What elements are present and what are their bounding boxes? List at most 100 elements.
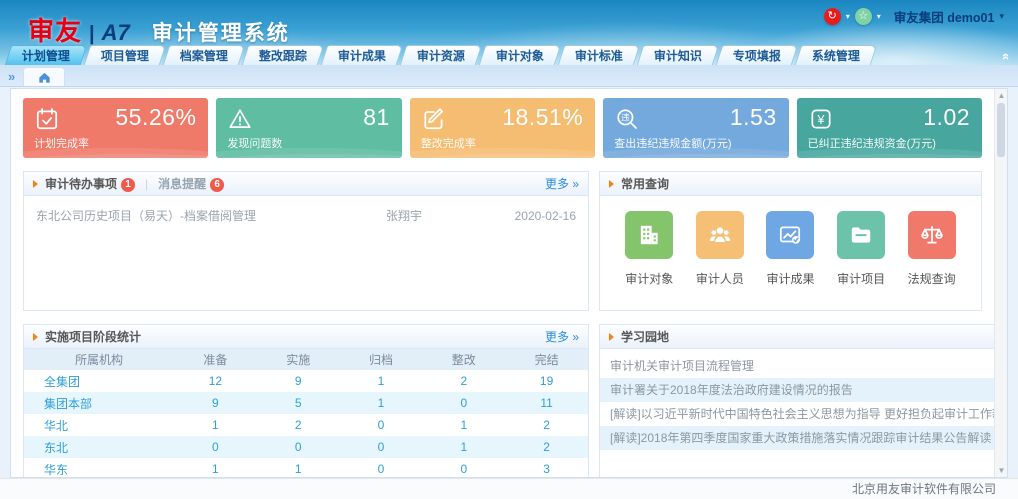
dropdown-caret-icon[interactable]: ▾: [846, 12, 850, 21]
scales-icon: [908, 211, 956, 259]
quick-query-label: 审计成果: [766, 270, 814, 287]
stage-org-link[interactable]: 集团本部: [24, 392, 174, 414]
todo-item-text: 东北公司历史项目（易天）-档案借阅管理: [36, 207, 386, 224]
quick-query-审计项目[interactable]: 审计项目: [837, 211, 885, 310]
stage-count-link[interactable]: 0: [174, 436, 257, 458]
stage-count-link[interactable]: 0: [340, 414, 423, 436]
panel-bullet-icon: [609, 333, 614, 341]
violation-search-icon: 违: [614, 106, 640, 137]
stage-count-link[interactable]: 1: [174, 458, 257, 478]
stat-card-计划完成率[interactable]: 55.26% 计划完成率: [23, 98, 208, 158]
learning-item-link[interactable]: 审计署关于2018年度法治政府建设情况的报告: [600, 378, 1008, 402]
stage-count-link[interactable]: 0: [340, 436, 423, 458]
stat-value: 81: [363, 104, 390, 131]
user-caret-icon[interactable]: ▾: [999, 11, 1004, 22]
scroll-down-icon[interactable]: ▼: [995, 464, 1008, 477]
stage-count-link[interactable]: 3: [505, 458, 588, 478]
stat-value: 1.53: [730, 104, 777, 131]
learning-item-link[interactable]: [解读]以习近平新时代中国特色社会主义思想为指导 更好担负起审计工作新职责新..…: [600, 402, 1008, 426]
tab-audit-todo[interactable]: 审计待办事项1: [45, 175, 135, 192]
learning-item-link[interactable]: 审计机关审计项目流程管理: [600, 354, 1008, 378]
quick-query-panel: 常用查询 审计对象 审计人员 审计成果 审计项目 法规查询: [599, 171, 982, 311]
quick-query-title: 常用查询: [621, 175, 669, 192]
stage-count-link[interactable]: 2: [505, 414, 588, 436]
stage-count-link[interactable]: 0: [340, 458, 423, 478]
app-title: 审计管理系统: [152, 17, 290, 47]
quick-query-审计对象[interactable]: 审计对象: [625, 211, 673, 310]
stage-count-link[interactable]: 1: [422, 414, 505, 436]
todo-item[interactable]: 东北公司历史项目（易天）-档案借阅管理 张翔宇 2020-02-16: [24, 196, 588, 224]
stage-count-link[interactable]: 2: [505, 436, 588, 458]
table-row: 东北00012: [24, 436, 588, 458]
nav-tab-审计标准[interactable]: 审计标准: [558, 45, 641, 65]
stat-label: 已纠正违纪违规资金(万元): [808, 135, 936, 151]
stage-org-link[interactable]: 东北: [24, 436, 174, 458]
vertical-scrollbar[interactable]: ▲ ▼: [994, 89, 1007, 477]
stage-count-link[interactable]: 0: [422, 458, 505, 478]
quick-query-label: 审计项目: [837, 270, 885, 287]
stage-column-header: 实施: [257, 349, 340, 370]
stat-card-整改完成率[interactable]: 18.51% 整改完成率: [410, 98, 595, 158]
nav-tab-label: 审计知识: [654, 47, 702, 64]
nav-tab-系统管理[interactable]: 系统管理: [795, 45, 878, 65]
stage-org-link[interactable]: 全集团: [24, 370, 174, 392]
nav-tab-项目管理[interactable]: 项目管理: [84, 45, 167, 65]
stat-cards: 55.26% 计划完成率 81 发现问题数 18.51% 整改完成率 违 1.5…: [23, 98, 982, 158]
panel-bullet-icon: [33, 333, 38, 341]
home-tab[interactable]: [23, 67, 65, 86]
page-tab-bar: »: [0, 65, 1018, 87]
stage-count-link[interactable]: 9: [257, 370, 340, 392]
stage-count-link[interactable]: 1: [257, 458, 340, 478]
learning-item-link[interactable]: [解读]2018年第四季度国家重大政策措施落实情况跟踪审计结果公告解读: [600, 426, 1008, 450]
nav-tab-label: 档案管理: [180, 47, 228, 64]
nav-tab-审计资源[interactable]: 审计资源: [400, 45, 483, 65]
nav-tab-审计对象[interactable]: 审计对象: [479, 45, 562, 65]
dropdown-caret-icon[interactable]: ▾: [877, 12, 881, 21]
stat-card-查出违纪违规金额(万元)[interactable]: 违 1.53 查出违纪违规金额(万元): [603, 98, 788, 158]
todo-item-date: 2020-02-16: [496, 209, 576, 223]
scroll-up-icon[interactable]: ▲: [995, 89, 1008, 102]
stage-count-link[interactable]: 12: [174, 370, 257, 392]
stage-count-link[interactable]: 1: [422, 436, 505, 458]
stage-count-link[interactable]: 9: [174, 392, 257, 414]
stage-count-link[interactable]: 11: [505, 392, 588, 414]
user-menu[interactable]: 审友集团 demo01: [894, 7, 995, 26]
nav-tab-整改跟踪[interactable]: 整改跟踪: [242, 45, 325, 65]
stage-count-link[interactable]: 2: [257, 414, 340, 436]
stage-count-link[interactable]: 1: [340, 392, 423, 414]
stage-count-link[interactable]: 19: [505, 370, 588, 392]
scrollbar-thumb[interactable]: [997, 103, 1005, 157]
nav-tab-档案管理[interactable]: 档案管理: [163, 45, 246, 65]
star-icon[interactable]: ☆: [855, 8, 872, 25]
nav-tab-专项填报[interactable]: 专项填报: [716, 45, 799, 65]
stage-count-link[interactable]: 1: [340, 370, 423, 392]
stage-org-link[interactable]: 华北: [24, 414, 174, 436]
stage-org-link[interactable]: 华东: [24, 458, 174, 478]
todo-more-link[interactable]: 更多 »: [545, 175, 579, 192]
quick-query-法规查询[interactable]: 法规查询: [908, 211, 956, 310]
home-icon: [37, 70, 52, 85]
logo-product: A7: [102, 20, 130, 46]
quick-query-审计人员[interactable]: 审计人员: [696, 211, 744, 310]
nav-tab-审计知识[interactable]: 审计知识: [637, 45, 720, 65]
stat-card-已纠正违纪违规资金(万元)[interactable]: ¥ 1.02 已纠正违纪违规资金(万元): [797, 98, 982, 158]
stage-count-link[interactable]: 2: [422, 370, 505, 392]
expand-menu-icon[interactable]: »: [8, 70, 15, 83]
learning-panel: 学习园地 更多 » 审计机关审计项目流程管理审计署关于2018年度法治政府建设情…: [599, 324, 1008, 478]
nav-tab-计划管理[interactable]: 计划管理: [5, 45, 88, 65]
quick-query-审计成果[interactable]: 审计成果: [766, 211, 814, 310]
panel-bullet-icon: [33, 180, 38, 188]
collapse-nav-icon[interactable]: «: [1000, 53, 1013, 60]
stage-count-link[interactable]: 0: [422, 392, 505, 414]
nav-tab-label: 审计资源: [417, 47, 465, 64]
sync-icon[interactable]: ↻: [824, 8, 841, 25]
tab-message-remind[interactable]: 消息提醒6: [158, 175, 224, 192]
stage-count-link[interactable]: 1: [174, 414, 257, 436]
stage-more-link[interactable]: 更多 »: [545, 328, 579, 345]
stat-card-发现问题数[interactable]: 81 发现问题数: [216, 98, 401, 158]
nav-tab-label: 专项填报: [733, 47, 781, 64]
stage-count-link[interactable]: 0: [257, 436, 340, 458]
stage-count-link[interactable]: 5: [257, 392, 340, 414]
user-area: ↻ ▾ ☆ ▾ 审友集团 demo01 ▾: [824, 7, 1004, 26]
nav-tab-审计成果[interactable]: 审计成果: [321, 45, 404, 65]
